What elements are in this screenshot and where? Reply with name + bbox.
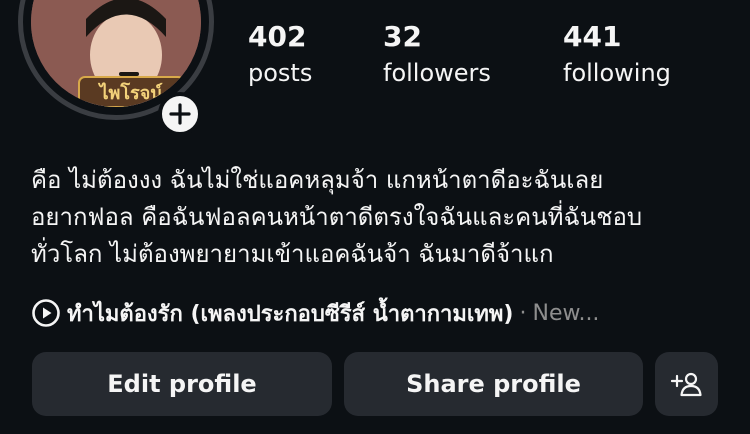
posts-label: posts — [248, 59, 313, 87]
music-separator: · — [519, 300, 527, 326]
bio-line: คือ ไม่ต้องงง ฉันไม่ใช่แอคหลุมจ้า แกหน้า… — [31, 166, 604, 194]
profile-music[interactable]: ทำไมต้องรัก (เพลงประกอบซีรีส์ น้ำตากามเท… — [31, 294, 721, 332]
bio-line: ทั่วโลก ไม่ต้องพยายามเข้าแอคฉันจ้า ฉันมา… — [31, 240, 554, 268]
play-circle-icon — [32, 299, 60, 327]
following-count: 441 — [563, 20, 622, 53]
share-profile-button[interactable]: Share profile — [344, 352, 643, 416]
edit-profile-label: Edit profile — [107, 370, 257, 398]
following-label: following — [563, 59, 671, 87]
followers-count: 32 — [383, 20, 422, 53]
avatar-image: ไพโรจน์ — [31, 0, 201, 107]
posts-stat[interactable]: 402 posts — [248, 18, 312, 90]
share-profile-label: Share profile — [406, 370, 581, 398]
music-artist: New... — [532, 300, 600, 326]
plus-icon — [169, 103, 191, 125]
add-story-button[interactable] — [158, 92, 202, 136]
following-stat[interactable]: 441 following — [563, 18, 671, 90]
posts-count: 402 — [248, 20, 307, 53]
discover-people-button[interactable] — [655, 352, 718, 416]
bio-line: อยากฟอล คือฉันฟอลคนหน้าตาดีตรงใจฉันและคน… — [31, 203, 643, 231]
add-person-icon — [670, 372, 702, 397]
music-title: ทำไมต้องรัก (เพลงประกอบซีรีส์ น้ำตากามเท… — [67, 301, 514, 327]
bio: คือ ไม่ต้องงง ฉันไม่ใช่แอคหลุมจ้า แกหน้า… — [31, 162, 721, 273]
avatar[interactable]: ไพโรจน์ — [31, 0, 201, 107]
avatar-caption: ไพโรจน์ — [97, 82, 163, 104]
followers-stat[interactable]: 32 followers — [383, 18, 491, 90]
followers-label: followers — [383, 59, 491, 87]
edit-profile-button[interactable]: Edit profile — [32, 352, 332, 416]
